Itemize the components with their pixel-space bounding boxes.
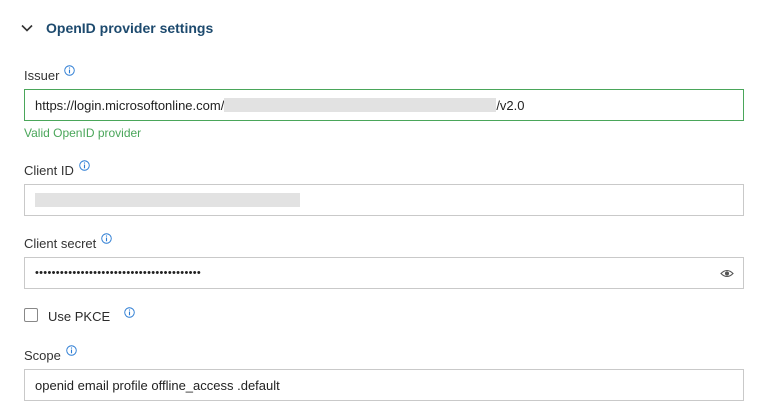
scope-label: Scope (24, 348, 61, 363)
issuer-label: Issuer (24, 68, 60, 83)
client-secret-input[interactable]: •••••••••••••••••••••••••••••••••••••••• (24, 257, 744, 289)
pkce-checkbox[interactable] (24, 308, 38, 322)
client-id-label-row: Client ID (24, 160, 90, 178)
info-icon[interactable] (64, 65, 76, 76)
client-id-input[interactable] (24, 184, 744, 216)
pkce-label: Use PKCE (48, 309, 111, 324)
scope-label-row: Scope (24, 345, 77, 363)
info-icon[interactable] (79, 160, 90, 171)
client-secret-label-row: Client secret (24, 233, 112, 251)
client-secret-label: Client secret (24, 236, 97, 251)
pkce-row: Use PKCE (24, 306, 135, 324)
redacted-client-id (35, 193, 300, 207)
issuer-value-prefix: https://login.microsoftonline.com/ (35, 97, 225, 113)
issuer-label-row: Issuer (24, 65, 76, 83)
redacted-tenant (224, 98, 497, 112)
scope-input[interactable]: openid email profile offline_access .def… (24, 369, 744, 401)
chevron-down-icon (21, 24, 33, 32)
info-icon[interactable] (101, 233, 112, 244)
info-icon[interactable] (124, 306, 135, 318)
section-title: OpenID provider settings (46, 20, 214, 36)
issuer-validation-message: Valid OpenID provider (24, 126, 142, 140)
section-header-openid[interactable]: OpenID provider settings (20, 20, 213, 36)
scope-value: openid email profile offline_access .def… (35, 377, 280, 393)
client-id-label: Client ID (24, 163, 74, 178)
client-secret-value: •••••••••••••••••••••••••••••••••••••••• (35, 267, 202, 279)
issuer-value-suffix: /v2.0 (496, 97, 525, 113)
eye-icon[interactable] (720, 268, 734, 279)
info-icon[interactable] (66, 345, 77, 356)
issuer-input[interactable]: https://login.microsoftonline.com/ /v2.0 (24, 89, 744, 121)
